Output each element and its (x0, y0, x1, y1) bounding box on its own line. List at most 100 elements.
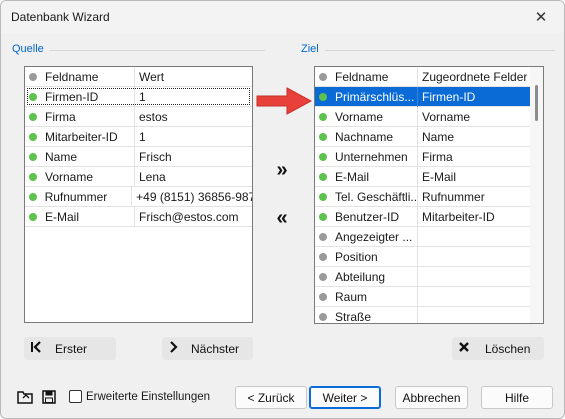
assign-button[interactable]: » (269, 159, 295, 181)
help-button[interactable]: Hilfe (481, 386, 553, 409)
target-scrollbar[interactable] (530, 67, 543, 323)
target-row[interactable]: Benutzer-ID Mitarbeiter-ID (315, 206, 543, 227)
unassign-button[interactable]: « (269, 207, 295, 229)
cancel-button[interactable]: Abbrechen (395, 386, 468, 409)
target-field-value (418, 287, 422, 307)
back-label: < Zurück (247, 390, 295, 405)
open-folder-button[interactable] (15, 387, 35, 409)
target-field-value: Vorname (422, 109, 471, 124)
status-dot-icon (319, 112, 327, 121)
source-row[interactable]: Firmen-ID 1 (25, 86, 252, 107)
double-chevron-right-icon: » (276, 158, 288, 181)
source-row[interactable]: Vorname Lena (25, 166, 252, 187)
status-dot-icon (319, 192, 327, 201)
source-field-value: estos (139, 109, 168, 124)
target-scroll-thumb[interactable] (535, 85, 538, 121)
source-field-name: Vorname (41, 166, 135, 187)
target-row[interactable]: Nachname Name (315, 126, 543, 147)
target-field-value (418, 247, 422, 267)
source-group-label: Quelle (12, 43, 44, 55)
status-dot-icon (29, 72, 37, 81)
title-bar: Datenbank Wizard ✕ (1, 1, 564, 33)
status-dot-icon (319, 92, 327, 101)
target-row[interactable]: Straße (315, 306, 543, 324)
target-row[interactable]: Angezeigter ... (315, 226, 543, 247)
source-row[interactable]: Mitarbeiter-ID 1 (25, 126, 252, 147)
target-field-value: Firma (422, 149, 453, 164)
target-field-value: Rufnummer (422, 189, 485, 204)
target-field-name: Primärschlüs... (331, 86, 418, 107)
wizard-window: Datenbank Wizard ✕ Quelle Feldname Wert … (0, 0, 565, 419)
source-field-name: Firmen-ID (41, 86, 135, 107)
target-field-list[interactable]: Feldname Zugeordnete Felder Primärschlüs… (314, 66, 544, 324)
target-row[interactable]: Position (315, 246, 543, 267)
target-field-value: E-Mail (422, 169, 457, 184)
target-field-value (418, 267, 422, 287)
target-field-name: Nachname (331, 126, 418, 147)
status-dot-icon (29, 112, 37, 121)
target-row[interactable]: Vorname Vorname (315, 106, 543, 127)
next-record-button[interactable]: Nächster (162, 337, 253, 360)
chevron-right-icon (163, 341, 185, 356)
status-dot-icon (28, 192, 37, 201)
pointer-arrow-icon (256, 87, 313, 115)
source-field-name: Mitarbeiter-ID (41, 126, 135, 147)
target-field-value: Mitarbeiter-ID (422, 209, 495, 224)
advanced-settings-checkbox[interactable] (69, 390, 82, 403)
target-group-divider (325, 50, 555, 51)
source-field-value: Lena (139, 169, 166, 184)
save-icon (42, 389, 56, 407)
next-record-label: Nächster (191, 341, 240, 356)
target-row[interactable]: Tel. Geschäftli... Rufnummer (315, 186, 543, 207)
source-column-value[interactable]: Wert (135, 67, 164, 87)
source-field-value: 1 (139, 129, 146, 144)
source-field-list[interactable]: Feldname Wert Firmen-ID 1 Firma estos Mitarb… (24, 66, 253, 323)
source-row[interactable]: Name Frisch (25, 146, 252, 167)
target-field-value: Firmen-ID (422, 89, 476, 104)
source-field-value: +49 (8151) 36856-987 (136, 189, 252, 204)
back-button[interactable]: < Zurück (235, 386, 307, 409)
source-field-name: E-Mail (41, 206, 135, 227)
status-dot-icon (319, 272, 327, 281)
target-field-value: Name (422, 129, 455, 144)
status-dot-icon (319, 252, 327, 261)
source-column-fieldname[interactable]: Feldname (41, 67, 135, 87)
source-row[interactable]: E-Mail Frisch@estos.com (25, 206, 252, 227)
status-dot-icon (319, 292, 327, 301)
source-row[interactable]: Firma estos (25, 106, 252, 127)
source-field-value: 1 (139, 89, 146, 104)
target-row[interactable]: Unternehmen Firma (315, 146, 543, 167)
target-field-name: Raum (331, 286, 418, 307)
source-group-divider (49, 50, 265, 51)
close-button[interactable]: ✕ (518, 1, 564, 33)
target-row[interactable]: E-Mail E-Mail (315, 166, 543, 187)
target-column-fieldname[interactable]: Feldname (331, 67, 418, 87)
target-column-mapped[interactable]: Zugeordnete Felder (418, 67, 527, 87)
target-row[interactable]: Raum (315, 286, 543, 307)
target-field-name: Unternehmen (331, 146, 418, 167)
delete-button[interactable]: Löschen (452, 337, 544, 360)
status-dot-icon (29, 152, 37, 161)
advanced-settings-option[interactable]: Erweiterte Einstellungen (69, 390, 210, 403)
status-dot-icon (29, 212, 37, 221)
status-dot-icon (29, 92, 37, 101)
target-field-name: Benutzer-ID (331, 206, 418, 227)
source-row[interactable]: Rufnummer +49 (8151) 36856-987 (25, 186, 252, 207)
save-button[interactable] (39, 387, 59, 409)
source-field-value: Frisch (139, 149, 172, 164)
target-field-value (418, 307, 422, 324)
target-field-name: Abteilung (331, 266, 418, 287)
next-button[interactable]: Weiter > (309, 386, 381, 409)
target-header-row: Feldname Zugeordnete Felder (315, 67, 543, 87)
target-row[interactable]: Abteilung (315, 266, 543, 287)
first-record-button[interactable]: Erster (24, 337, 116, 360)
status-dot-icon (29, 172, 37, 181)
status-dot-icon (319, 312, 327, 321)
close-icon: ✕ (534, 9, 548, 26)
status-dot-icon (319, 172, 327, 181)
target-row[interactable]: Primärschlüs... Firmen-ID (315, 86, 543, 107)
next-label: Weiter > (322, 390, 368, 405)
status-dot-icon (319, 232, 327, 241)
delete-x-icon (453, 341, 475, 356)
double-chevron-left-icon: « (276, 206, 288, 229)
